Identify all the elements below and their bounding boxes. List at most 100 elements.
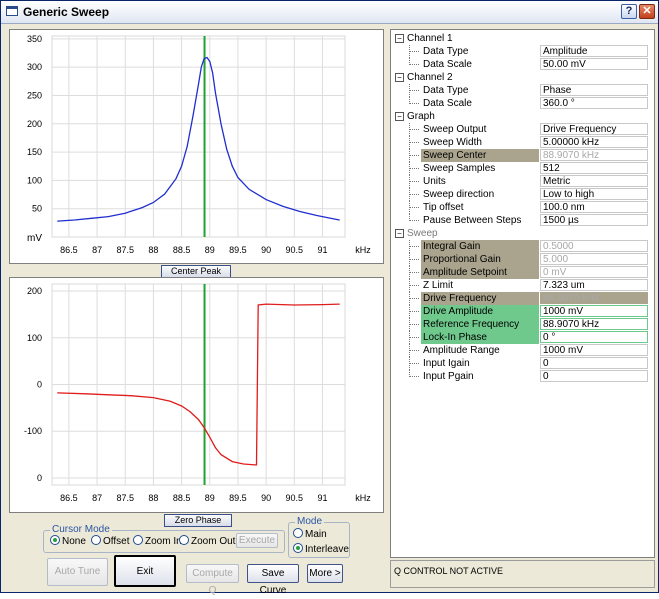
data-point [231,461,233,463]
y-tick-label: 50 [32,204,42,214]
property-value[interactable]: 100.0 nm [540,201,648,213]
property-value[interactable]: 360.0 ° [540,97,648,109]
data-point [175,178,177,180]
property-value[interactable]: Amplitude [540,45,648,57]
ch2-data-scale-row[interactable]: Data Scale 360.0 ° [391,97,654,110]
close-button[interactable]: ✕ [639,4,655,19]
property-value[interactable]: 50.00 mV [540,58,648,70]
data-point [248,188,250,190]
collapse-icon[interactable]: − [395,73,404,82]
data-point [203,427,205,428]
property-value[interactable]: 88.9070 kHz [540,318,648,330]
phase-chart[interactable]: 86.5 87 87.5 88 88.5 89 89.5 90 90.5 91 kHz 200 100 0… [10,278,383,512]
data-point [316,215,318,216]
title-bar[interactable]: Generic Sweep ? ✕ [1,1,658,24]
graph-row[interactable]: Sweep Output Drive Frequency [391,123,654,136]
sweep-row[interactable]: Reference Frequency 88.9070 kHz [391,318,654,331]
property-value[interactable]: 88.9070 kHz [540,292,648,304]
data-point [152,397,154,399]
property-value[interactable]: 5.000 [540,253,648,265]
sweep-row[interactable]: Input Pgain 0 [391,370,654,383]
sweep-section[interactable]: − Sweep [391,227,654,240]
sweep-row[interactable]: Input Igain 0 [391,357,654,370]
data-point [214,92,216,94]
amplitude-chart[interactable]: 86.5 87 87.5 88 88.5 89 89.5 90 90.5 91 kHz 350 300 2… [10,30,383,263]
graph-section[interactable]: − Graph [391,110,654,123]
parameter-tree[interactable]: − Channel 1 Data Type Amplitude Data Scal… [390,29,655,558]
collapse-icon[interactable]: − [395,34,404,43]
ch1-data-type-row[interactable]: Data Type Amplitude [391,45,654,58]
sweep-row[interactable]: Amplitude Setpoint 0 mV [391,266,654,279]
data-point [198,83,199,85]
property-value[interactable]: 1000 mV [540,305,648,317]
graph-row[interactable]: Sweep Width 5.00000 kHz [391,136,654,149]
graph-row[interactable]: Units Metric [391,175,654,188]
graph-row[interactable]: Sweep direction Low to high [391,188,654,201]
property-value[interactable]: 0 [540,357,648,369]
sweep-row[interactable]: Amplitude Range 1000 mV [391,344,654,357]
exit-button[interactable]: Exit [114,555,176,587]
property-value[interactable]: 0 [540,370,648,382]
property-value[interactable]: 7.323 um [540,279,648,291]
property-value[interactable]: 0.5000 [540,240,648,252]
ch2-data-type-row[interactable]: Data Type Phase [391,84,654,97]
x-tick-label: 89.5 [229,493,247,503]
property-name: Tip offset [423,202,464,213]
channel-2-section[interactable]: − Channel 2 [391,71,654,84]
property-value[interactable]: Drive Frequency [540,123,648,135]
cursor-mode-none-radio[interactable]: None [50,535,86,547]
ch1-data-scale-row[interactable]: Data Scale 50.00 mV [391,58,654,71]
data-point [243,463,245,465]
data-point [338,303,340,305]
property-value[interactable]: Phase [540,84,648,96]
channel-1-section[interactable]: − Channel 1 [391,32,654,45]
property-value[interactable]: 1500 µs [540,214,648,226]
phase-chart-panel[interactable]: 86.5 87 87.5 88 88.5 89 89.5 90 90.5 91 kHz 200 100 0… [9,277,384,513]
sweep-row[interactable]: Proportional Gain 5.000 [391,253,654,266]
data-point [85,393,87,395]
property-value[interactable]: Low to high [540,188,648,200]
mode-interleave-radio[interactable]: Interleave [293,543,349,555]
cursor-mode-offset-radio[interactable]: Offset [91,535,130,547]
x-unit-label: kHz [355,245,371,255]
property-value[interactable]: Metric [540,175,648,187]
compute-q-button[interactable]: Compute Q [186,564,239,596]
graph-row-selected[interactable]: Sweep Center 88.9070 kHz [391,149,654,162]
property-value[interactable]: 512 [540,162,648,174]
auto-tune-button[interactable]: Auto Tune [47,558,108,586]
x-tick-label: 87 [92,493,102,503]
data-point [265,199,267,201]
help-button[interactable]: ? [621,4,637,19]
execute-button[interactable]: Execute [236,533,278,548]
y-tick-label: 0 [37,380,42,390]
graph-row[interactable]: Sweep Samples 512 [391,162,654,175]
amplitude-chart-panel[interactable]: 86.5 87 87.5 88 88.5 89 89.5 90 90.5 91 kHz 350 300 2… [9,29,384,264]
property-name: Data Scale [423,98,472,109]
sweep-row[interactable]: Drive Amplitude 1000 mV [391,305,654,318]
property-value[interactable]: 88.9070 kHz [540,149,648,161]
zero-phase-button[interactable]: Zero Phase [164,514,232,527]
sweep-row[interactable]: Integral Gain 0.5000 [391,240,654,253]
x-tick-label: 88.5 [173,245,191,255]
property-value[interactable]: 1000 mV [540,344,648,356]
cursor-mode-zoom-in-radio[interactable]: Zoom In [133,535,182,547]
property-value[interactable]: 0 mV [540,266,648,278]
property-name: Sweep direction [423,189,495,200]
collapse-icon[interactable]: − [395,112,404,121]
property-value[interactable]: 0 ° [540,331,648,343]
graph-row[interactable]: Tip offset 100.0 nm [391,201,654,214]
property-value[interactable]: 5.00000 kHz [540,136,648,148]
x-tick-label: 90 [261,493,271,503]
sweep-row[interactable]: Z Limit 7.323 um [391,279,654,292]
more-button[interactable]: More > [307,564,343,583]
data-point [90,217,92,219]
sweep-row[interactable]: Drive Frequency 88.9070 kHz [391,292,654,305]
property-name: Data Type [423,85,469,96]
cursor-mode-zoom-out-radio[interactable]: Zoom Out [179,535,235,547]
graph-row[interactable]: Pause Between Steps 1500 µs [391,214,654,227]
collapse-icon[interactable]: − [395,229,404,238]
mode-main-radio[interactable]: Main [293,528,327,540]
data-point [164,193,166,195]
save-curve-button[interactable]: Save Curve [247,564,299,596]
sweep-row[interactable]: Lock-In Phase 0 ° [391,331,654,344]
